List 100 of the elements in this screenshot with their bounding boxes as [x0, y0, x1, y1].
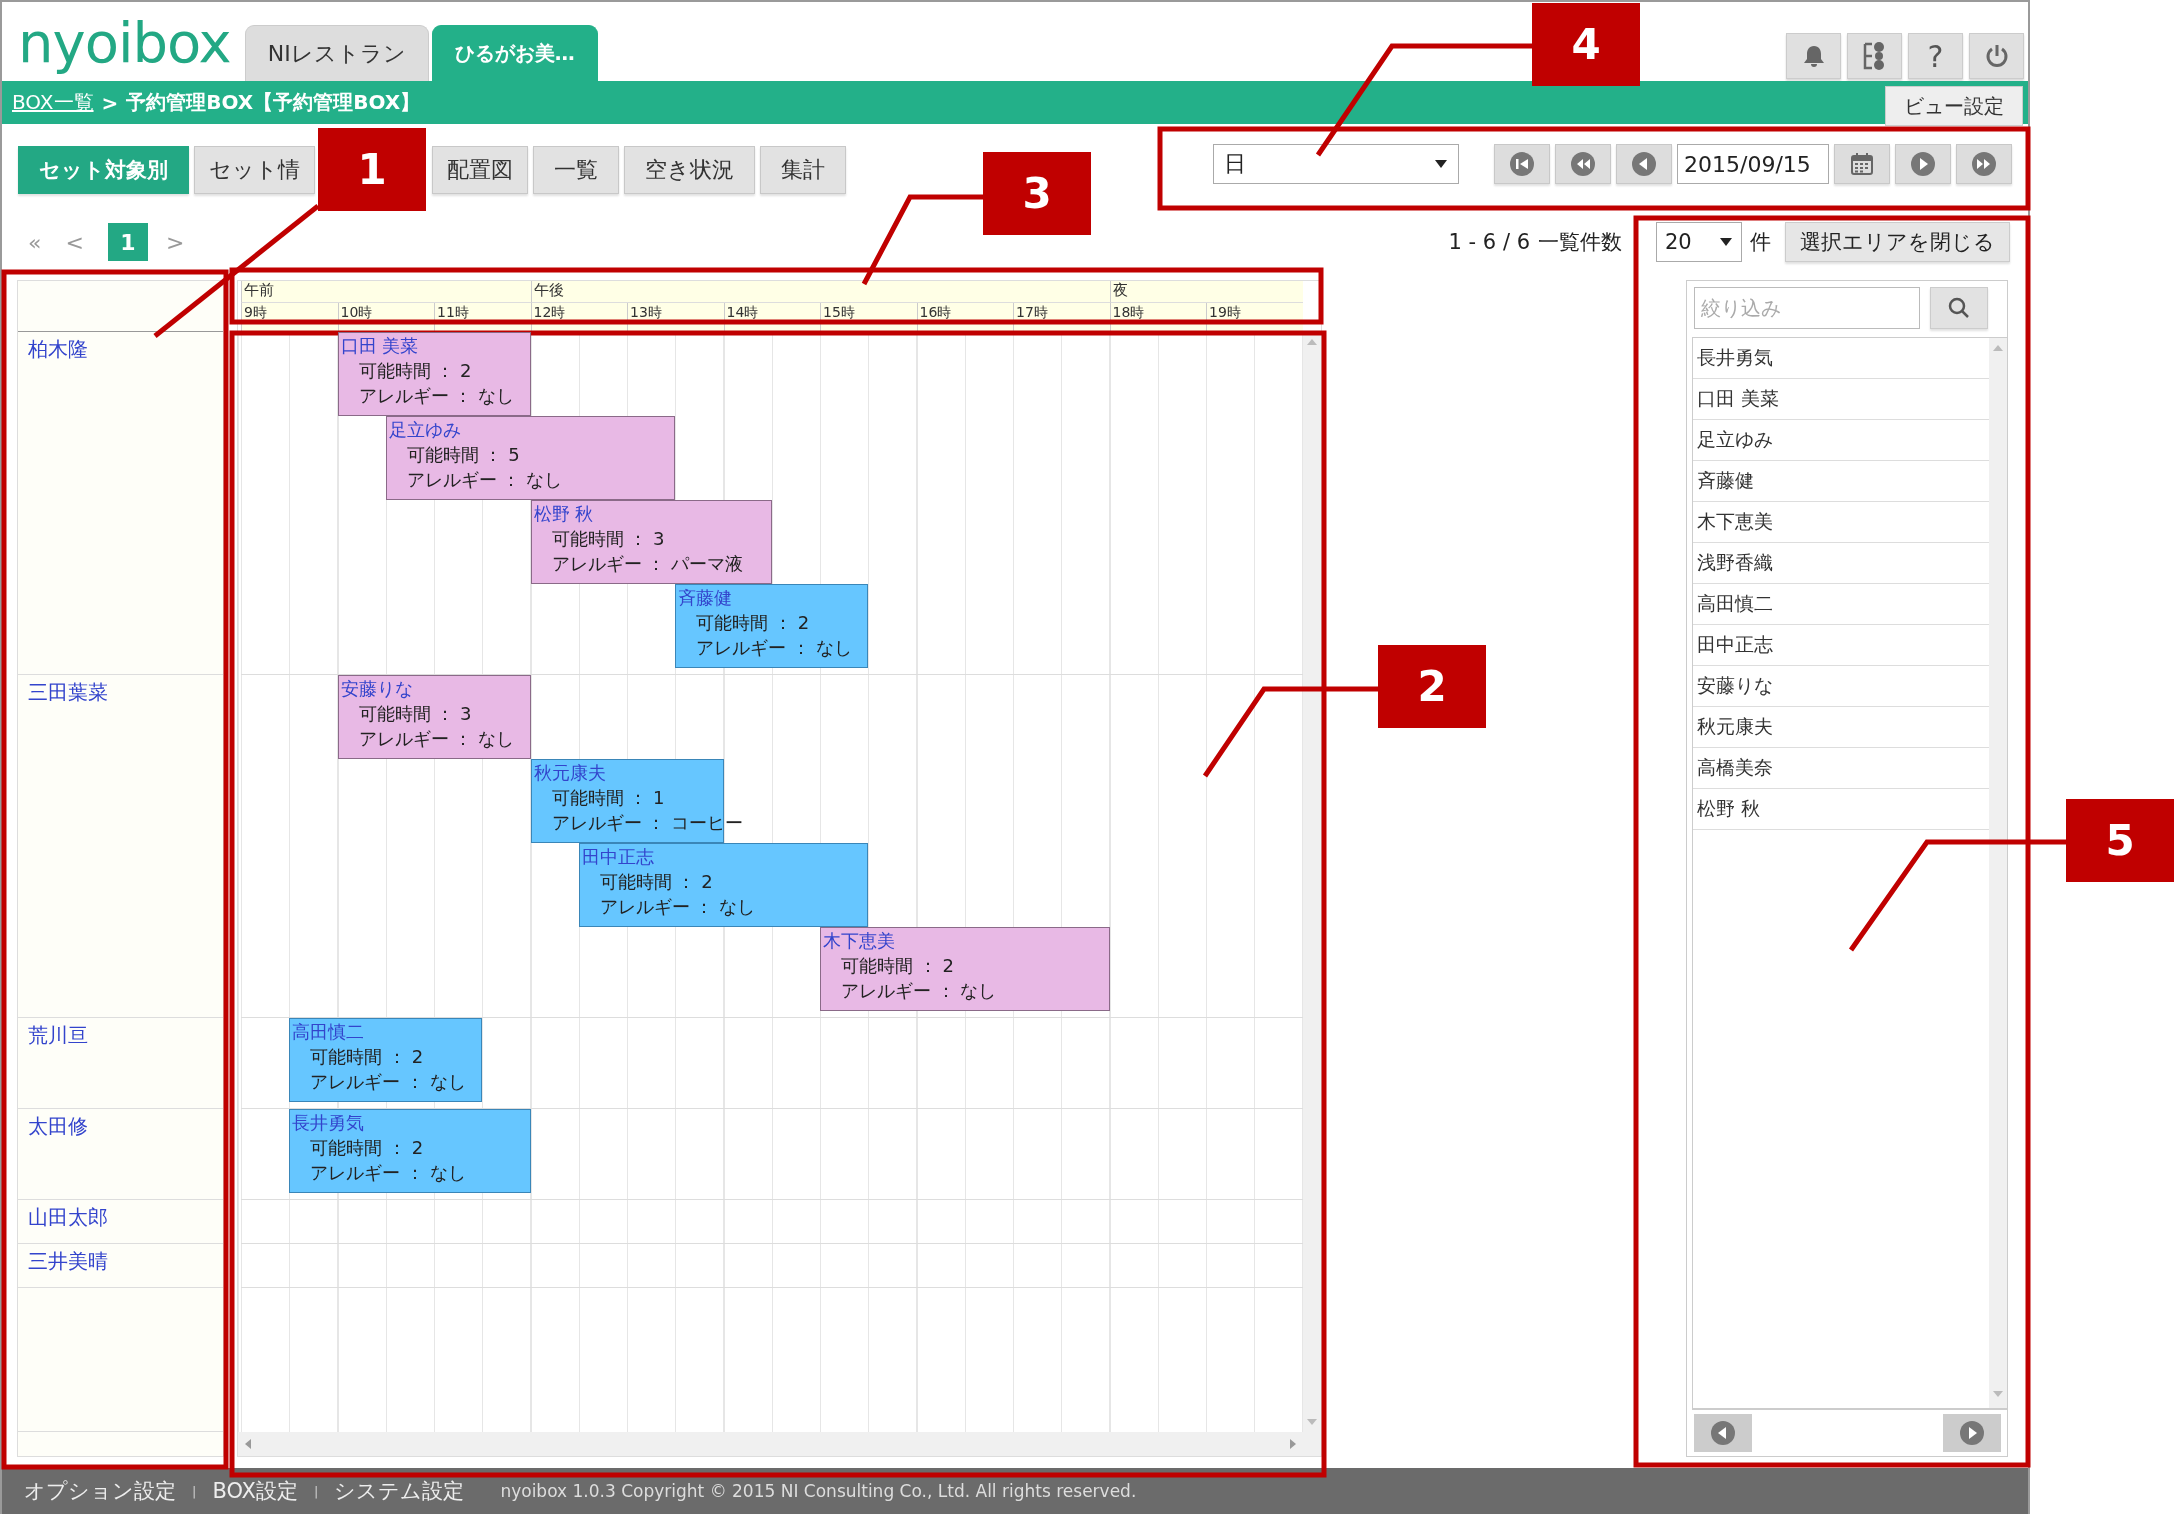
prev-icon — [1631, 151, 1657, 177]
page-size-unit: 件 — [1750, 229, 1771, 256]
booking-detail: 可能時間 ： 3 — [358, 702, 472, 726]
booking-name: 木下恵美 — [823, 929, 895, 953]
previous-icon — [1710, 1420, 1736, 1446]
date-field[interactable]: 2015/09/15 — [1677, 144, 1829, 184]
logout-button[interactable] — [1969, 33, 2024, 79]
staff-name[interactable]: 三田葉菜 — [28, 680, 108, 704]
booking-name: 安藤りな — [340, 677, 413, 701]
booking-bar[interactable] — [337, 332, 531, 416]
booking-detail: アレルギー ： なし — [841, 979, 997, 1003]
footer-link[interactable]: オプション設定 — [24, 1477, 176, 1505]
breadcrumb-separator: > — [101, 90, 119, 115]
callout-number: 1 — [318, 128, 426, 211]
rewind-button[interactable] — [1555, 144, 1611, 184]
vertical-scrollbar[interactable] — [1989, 338, 2007, 1408]
booking-bar[interactable] — [385, 416, 676, 500]
first-page-button[interactable] — [1494, 144, 1550, 184]
search-button[interactable] — [1930, 287, 1988, 329]
booking-bar[interactable] — [289, 1109, 531, 1193]
booking-detail: 可能時間 ： 3 — [551, 527, 665, 551]
down-arrow-icon — [1306, 1418, 1318, 1426]
up-arrow-icon — [1306, 338, 1318, 346]
rewind-icon — [1570, 151, 1596, 177]
left-arrow-icon — [244, 1438, 252, 1450]
right-arrow-icon — [1289, 1438, 1297, 1450]
booking-detail: アレルギー ： なし — [358, 384, 514, 408]
filter-field[interactable]: 絞り込み — [1694, 287, 1920, 329]
booking-bar[interactable] — [820, 927, 1110, 1011]
view-tab[interactable]: 空き状況 — [624, 146, 755, 194]
organization-button[interactable] — [1847, 33, 1902, 79]
staff-name[interactable]: 荒川亘 — [28, 1023, 88, 1047]
footer-separator: | — [192, 1483, 197, 1499]
breadcrumb-current: 予約管理BOX【予約管理BOX】 — [126, 89, 421, 116]
caret-icon — [1434, 159, 1448, 169]
booking-name: 高田慎二 — [292, 1020, 365, 1044]
calendar-button[interactable] — [1834, 144, 1890, 184]
booking-detail: 可能時間 ： 1 — [551, 786, 665, 810]
booking-bar[interactable] — [530, 759, 724, 843]
callout-number: 4 — [1532, 3, 1640, 86]
booking-detail: 可能時間 ： 2 — [841, 954, 954, 978]
booking-name: 秋元康夫 — [533, 761, 606, 785]
period-select[interactable]: 日 — [1213, 144, 1459, 184]
view-tab[interactable]: 一覧 — [533, 146, 619, 194]
booking-detail: アレルギー ： なし — [310, 1070, 466, 1094]
down-arrow-icon — [1992, 1390, 2004, 1398]
first-icon — [1509, 151, 1535, 177]
previous-button[interactable] — [1616, 144, 1672, 184]
tab[interactable]: NIレストラン — [244, 25, 429, 81]
booking-name: 斉藤健 — [678, 586, 733, 610]
booking-bar[interactable] — [675, 584, 869, 668]
view-settings-button[interactable]: ビュー設定 — [1885, 86, 2023, 126]
page-size-label: 一覧件数 — [1538, 229, 1622, 256]
view-tab[interactable]: セット情 — [194, 146, 315, 194]
booking-detail: アレルギー ： なし — [696, 636, 852, 660]
booking-bar[interactable] — [289, 1018, 483, 1102]
fast-forward-button[interactable] — [1956, 144, 2012, 184]
callout-number: 3 — [983, 152, 1091, 235]
booking-detail: 可能時間 ： 2 — [358, 359, 472, 383]
caret-icon — [1719, 237, 1733, 247]
booking-detail: 可能時間 ： 2 — [599, 870, 713, 894]
booking-detail: アレルギー ： コーヒー — [551, 811, 743, 835]
up-arrow-icon — [1992, 344, 2004, 352]
callout-number: 5 — [2066, 799, 2174, 882]
footer-link[interactable]: システム設定 — [334, 1477, 465, 1505]
booking-detail: アレルギー ： なし — [599, 895, 756, 919]
help-button[interactable]: ? — [1908, 33, 1963, 79]
horizontal-scrollbar[interactable] — [238, 1432, 1303, 1456]
copyright-text: nyoibox 1.0.3 Copyright © 2015 NI Consulting Co., Ltd. All rights reserved. — [500, 1481, 1137, 1501]
footer-separator: | — [314, 1483, 319, 1499]
view-tab[interactable]: 集計 — [760, 146, 846, 194]
booking-name: 田中正志 — [581, 845, 654, 869]
next-button[interactable] — [1895, 144, 1951, 184]
next-icon — [1910, 151, 1936, 177]
staff-name[interactable]: 太田修 — [28, 1114, 88, 1138]
booking-detail: アレルギー ： なし — [310, 1161, 466, 1185]
callout-number: 2 — [1378, 645, 1486, 728]
staff-name[interactable]: 三井美晴 — [28, 1249, 108, 1273]
period-label: 午前 — [241, 281, 531, 303]
footer-link[interactable]: BOX設定 — [212, 1477, 298, 1505]
record-range: 1 - 6 / 6 — [1448, 230, 1530, 254]
booking-bar[interactable] — [337, 675, 531, 759]
close-selection-button[interactable]: 選択エリアを閉じる — [1785, 222, 2010, 262]
calendar-icon — [1849, 151, 1875, 177]
scroll-left-button[interactable] — [1694, 1414, 1752, 1452]
booking-bar[interactable] — [578, 843, 869, 927]
booking-bar[interactable] — [530, 500, 772, 584]
scroll-right-button[interactable] — [1943, 1414, 2001, 1452]
staff-name[interactable]: 山田太郎 — [28, 1205, 108, 1229]
booking-name: 口田 美菜 — [340, 334, 419, 358]
staff-name[interactable]: 柏木隆 — [28, 337, 88, 361]
booking-detail: 可能時間 ： 2 — [310, 1045, 424, 1069]
page-size-select[interactable]: 20 — [1656, 222, 1742, 262]
notification-button[interactable] — [1786, 33, 1841, 79]
next-icon — [1959, 1420, 1985, 1446]
booking-detail: 可能時間 ： 2 — [310, 1136, 424, 1160]
period-label: 夜 — [1109, 281, 1303, 303]
view-tab[interactable]: 配置図 — [432, 146, 528, 194]
booking-name: 長井勇気 — [292, 1111, 365, 1135]
booking-name: 足立ゆみ — [388, 418, 461, 442]
